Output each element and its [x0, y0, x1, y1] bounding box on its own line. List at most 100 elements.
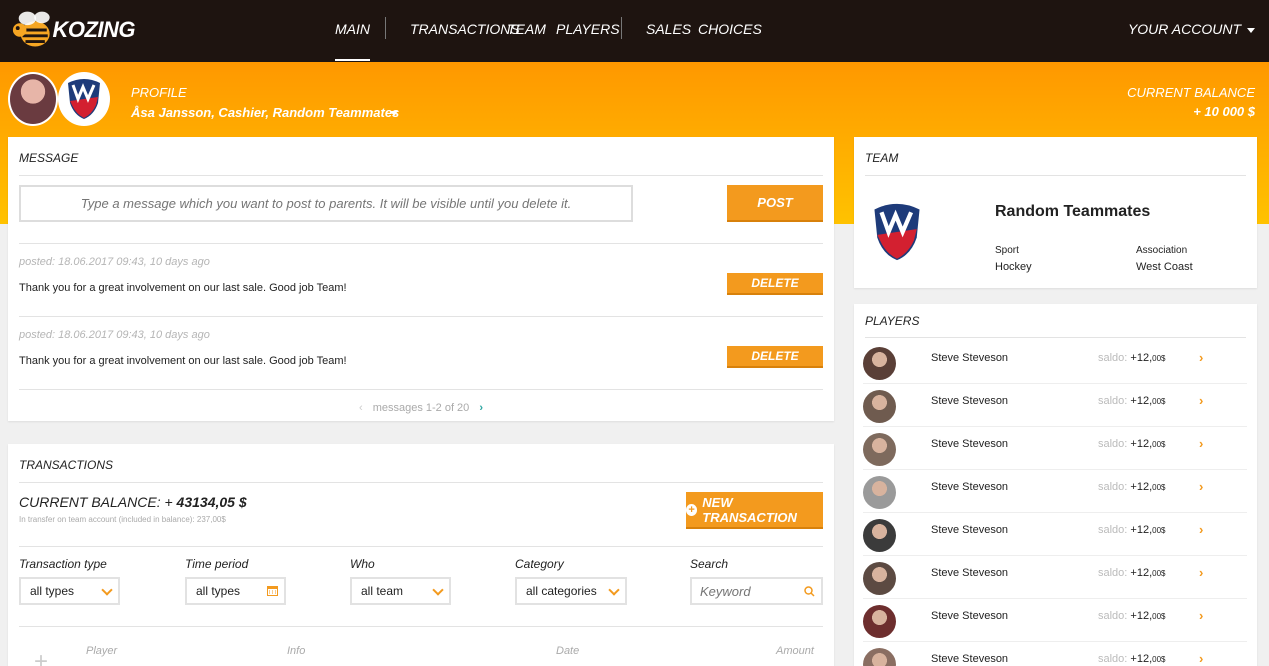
- chevron-down-icon: [608, 584, 620, 596]
- post-meta: posted: 18.06.2017 09:43, 10 days ago: [19, 329, 210, 341]
- player-row[interactable]: Steve Steveson saldo: +12,00$ ›: [854, 427, 1257, 470]
- divider: [19, 546, 823, 547]
- who-select[interactable]: all team: [350, 577, 451, 605]
- team-avatar[interactable]: [58, 72, 110, 126]
- profile-caret-down-icon[interactable]: [390, 111, 398, 116]
- chevron-right-icon[interactable]: ›: [1199, 350, 1203, 365]
- player-saldo: saldo: +12,00$: [1098, 524, 1166, 536]
- chevron-right-icon[interactable]: ›: [1199, 479, 1203, 494]
- player-name: Steve Steveson: [931, 481, 1009, 493]
- user-avatar[interactable]: [8, 72, 58, 126]
- team-card: TEAM Random Teammates Sport Hockey Assoc…: [854, 137, 1257, 288]
- saldo-cents: 00$: [1152, 526, 1166, 535]
- expand-plus-icon[interactable]: +: [34, 648, 48, 666]
- tx-balance: CURRENT BALANCE: + 43134,05 $: [19, 494, 247, 510]
- caret-down-icon: [1247, 27, 1255, 33]
- chevron-right-icon[interactable]: ›: [1199, 522, 1203, 537]
- player-saldo: saldo: +12,00$: [1098, 610, 1166, 622]
- saldo-cents: 00$: [1152, 440, 1166, 449]
- players-card: PLAYERS Steve Steveson saldo: +12,00$ › Ste…: [854, 304, 1257, 666]
- current-balance-value: + 10 000 $: [1193, 104, 1255, 119]
- team-title: TEAM: [865, 151, 899, 165]
- player-row[interactable]: Steve Steveson saldo: +12,00$ ›: [854, 599, 1257, 642]
- filter-type-label: Transaction type: [19, 557, 107, 571]
- account-menu[interactable]: YOUR ACCOUNT: [1128, 21, 1255, 37]
- new-transaction-button[interactable]: + NEW TRANSACTION: [686, 492, 823, 529]
- search-input[interactable]: [700, 583, 800, 599]
- saldo-value: +12,: [1130, 352, 1153, 364]
- divider: [19, 243, 823, 244]
- nav-transactions[interactable]: TRANSACTIONS: [410, 21, 520, 37]
- chevron-right-icon[interactable]: ›: [1199, 608, 1203, 623]
- player-row[interactable]: Steve Steveson saldo: +12,00$ ›: [854, 470, 1257, 513]
- player-name: Steve Steveson: [931, 352, 1009, 364]
- category-select[interactable]: all categories: [515, 577, 627, 605]
- saldo-label: saldo:: [1098, 438, 1128, 450]
- player-row[interactable]: Steve Steveson saldo: +12,00$ ›: [854, 642, 1257, 666]
- divider: [19, 389, 823, 390]
- search-icon[interactable]: [804, 586, 815, 597]
- transaction-type-select[interactable]: all types: [19, 577, 120, 605]
- nav-players[interactable]: PLAYERS: [556, 21, 620, 37]
- nav-main[interactable]: MAIN: [335, 21, 370, 61]
- divider: [865, 337, 1246, 338]
- column-date: Date: [556, 645, 580, 657]
- player-saldo: saldo: +12,00$: [1098, 653, 1166, 665]
- chevron-right-icon[interactable]: ›: [1199, 651, 1203, 666]
- chevron-down-icon: [101, 584, 113, 596]
- chevron-right-icon[interactable]: ›: [1199, 393, 1203, 408]
- nav-choices[interactable]: CHOICES: [698, 21, 762, 37]
- filter-category-label: Category: [515, 557, 564, 571]
- player-name: Steve Steveson: [931, 438, 1009, 450]
- player-row[interactable]: Steve Steveson saldo: +12,00$ ›: [854, 384, 1257, 427]
- chevron-left-icon[interactable]: ‹: [359, 402, 363, 414]
- player-row[interactable]: Steve Steveson saldo: +12,00$ ›: [854, 513, 1257, 556]
- player-name: Steve Steveson: [931, 524, 1009, 536]
- select-value: all team: [361, 584, 404, 598]
- filter-search-label: Search: [690, 557, 729, 571]
- filter-period-label: Time period: [185, 557, 249, 571]
- chevron-right-icon[interactable]: ›: [1199, 436, 1203, 451]
- delete-button[interactable]: DELETE: [727, 273, 823, 295]
- chevron-right-icon[interactable]: ›: [479, 402, 483, 414]
- plus-circle-icon: +: [686, 503, 698, 516]
- message-title: MESSAGE: [19, 151, 79, 165]
- player-saldo: saldo: +12,00$: [1098, 352, 1166, 364]
- player-name: Steve Steveson: [931, 653, 1009, 665]
- time-period-select[interactable]: all types: [185, 577, 286, 605]
- player-saldo: saldo: +12,00$: [1098, 481, 1166, 493]
- column-info: Info: [287, 645, 306, 657]
- profile-selector[interactable]: Åsa Jansson, Cashier, Random Teammates: [131, 105, 399, 120]
- nav-team[interactable]: TEAM: [507, 21, 546, 37]
- saldo-cents: 00$: [1152, 612, 1166, 621]
- player-avatar: [863, 347, 896, 380]
- nav-divider: [385, 17, 386, 39]
- post-text: Thank you for a great involvement on our…: [19, 282, 347, 294]
- logo-text: KOZING: [52, 17, 135, 42]
- bee-logo-icon: [12, 11, 50, 47]
- message-input[interactable]: [21, 196, 631, 211]
- account-label: YOUR ACCOUNT: [1127, 21, 1241, 37]
- player-saldo: saldo: +12,00$: [1098, 438, 1166, 450]
- sport-label: Sport: [995, 245, 1019, 256]
- player-row[interactable]: Steve Steveson saldo: +12,00$ ›: [854, 341, 1257, 384]
- post-button[interactable]: POST: [727, 185, 823, 222]
- select-value: all types: [30, 584, 75, 598]
- nav-sales[interactable]: SALES: [646, 21, 691, 37]
- player-name: Steve Steveson: [931, 395, 1009, 407]
- column-amount: Amount: [776, 645, 814, 657]
- top-navbar: KOZING MAIN TRANSACTIONS TEAM PLAYERS SA…: [0, 0, 1269, 62]
- chevron-right-icon[interactable]: ›: [1199, 565, 1203, 580]
- saldo-label: saldo:: [1098, 610, 1128, 622]
- kozing-logo[interactable]: KOZING: [10, 6, 135, 54]
- saldo-value: +12,: [1130, 524, 1153, 536]
- player-name: Steve Steveson: [931, 610, 1009, 622]
- saldo-label: saldo:: [1098, 395, 1128, 407]
- player-avatar: [863, 433, 896, 466]
- team-logo-icon: [874, 203, 920, 261]
- delete-button[interactable]: DELETE: [727, 346, 823, 368]
- player-avatar: [863, 605, 896, 638]
- divider: [19, 482, 823, 483]
- players-title: PLAYERS: [865, 314, 920, 328]
- player-row[interactable]: Steve Steveson saldo: +12,00$ ›: [854, 556, 1257, 599]
